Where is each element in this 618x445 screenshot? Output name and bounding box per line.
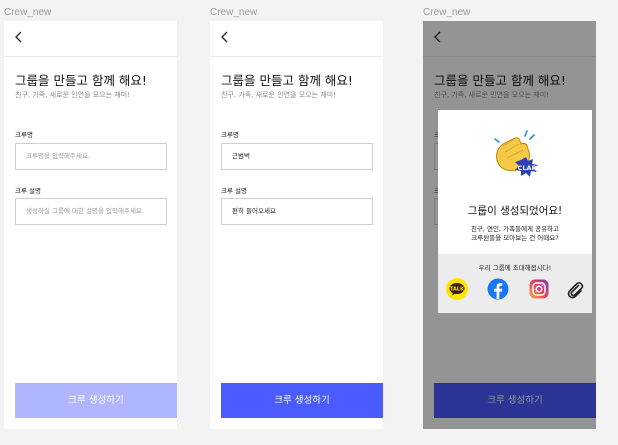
clap-sticker-text: CLAP [518, 164, 537, 172]
crew-created-modal: CLAP 그룹이 생성되었어요! 친구, 연인, 가족들에게 공유하고 크루원들… [438, 110, 592, 313]
instagram-icon[interactable] [528, 278, 550, 300]
modal-title: 그룹이 생성되었어요! [467, 205, 563, 217]
share-title: 우리 그룹에 초대해봅시다! [478, 264, 552, 272]
modal-description-line: 친구, 연인, 가족들에게 공유하고 [470, 225, 560, 233]
back-icon[interactable] [12, 30, 26, 44]
crew-description-input[interactable]: 생성하실 그룹에 대한 설명을 입력해주세요. [15, 198, 167, 225]
crew-name-input[interactable]: 근범벅 [221, 143, 373, 170]
header [210, 21, 383, 57]
share-icons: TALK [446, 278, 584, 302]
crew-description-label: 크루 설명 [15, 187, 41, 195]
facebook-icon[interactable] [487, 278, 509, 300]
back-icon[interactable] [218, 30, 232, 44]
create-crew-button[interactable]: 크루 생성하기 [221, 383, 383, 418]
modal-description-line: 크루원들을 모아보는 건 어때요? [471, 234, 559, 242]
crew-name-input[interactable]: 크루명을 입력해주세요. [15, 143, 167, 170]
page-subtitle: 친구, 가족, 새로운 인연을 모으는 재미! [221, 91, 336, 99]
page-title: 그룹을 만들고 함께 해요! [221, 73, 353, 88]
crew-new-screen-empty: 그룹을 만들고 함께 해요! 친구, 가족, 새로운 인연을 모으는 재미! 크… [4, 21, 177, 429]
kakaotalk-icon[interactable]: TALK [446, 278, 468, 300]
clap-sticker-icon: CLAP [485, 130, 545, 180]
page-title: 그룹을 만들고 함께 해요! [15, 73, 147, 88]
header [4, 21, 177, 57]
frame-label: Crew_new [4, 7, 52, 18]
share-section: 우리 그룹에 초대해봅시다! TALK [438, 254, 592, 313]
crew-new-screen-created: 그룹을 만들고 함께 해요! 친구, 가족, 새로운 인연을 모으는 재미! 크… [423, 21, 596, 429]
crew-new-screen-filled: 그룹을 만들고 함께 해요! 친구, 가족, 새로운 인연을 모으는 재미! 크… [210, 21, 383, 429]
crew-description-input[interactable]: 편히 들어오세요 [221, 198, 373, 225]
create-crew-button[interactable]: 크루 생성하기 [15, 383, 177, 418]
crew-name-label: 크루명 [221, 131, 239, 139]
modal-description: 친구, 연인, 가족들에게 공유하고 크루원들을 모아보는 건 어때요? [438, 225, 592, 243]
link-icon[interactable] [564, 278, 586, 300]
crew-description-label: 크루 설명 [221, 187, 247, 195]
crew-name-label: 크루명 [15, 131, 33, 139]
frame-label: Crew_new [210, 7, 258, 18]
kakaotalk-label: TALK [450, 287, 465, 293]
page-subtitle: 친구, 가족, 새로운 인연을 모으는 재미! [15, 91, 130, 99]
frame-label: Crew_new [423, 7, 471, 18]
